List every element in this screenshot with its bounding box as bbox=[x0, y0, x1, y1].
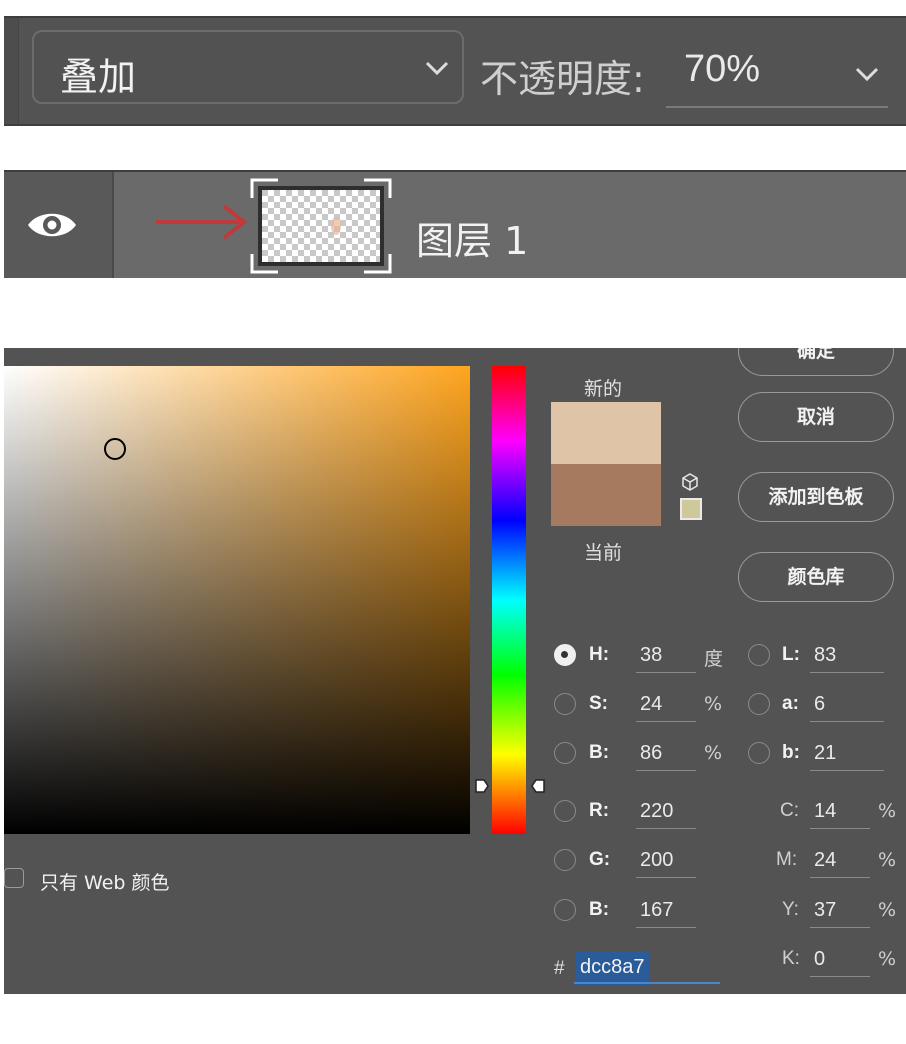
yellow-underline bbox=[810, 927, 870, 928]
blue-radio[interactable] bbox=[554, 899, 576, 921]
hue-radio[interactable] bbox=[554, 644, 576, 666]
cyan-unit: % bbox=[878, 800, 897, 822]
brightness-unit: % bbox=[704, 742, 723, 764]
blue-underline bbox=[636, 927, 696, 928]
saturation-unit: % bbox=[704, 693, 723, 715]
a-channel-underline bbox=[810, 721, 884, 722]
saturation-input[interactable]: 24 bbox=[640, 693, 662, 716]
web-only-label: 只有 Web 颜色 bbox=[40, 872, 170, 894]
lightness-label: L: bbox=[782, 644, 800, 665]
hex-hash-label: # bbox=[554, 958, 565, 979]
hex-underline bbox=[574, 982, 720, 984]
hue-input[interactable]: 38 bbox=[640, 644, 662, 667]
green-input[interactable]: 200 bbox=[640, 849, 673, 872]
a-channel-label: a: bbox=[782, 693, 799, 714]
yellow-label: Y: bbox=[782, 899, 799, 920]
hue-slider[interactable] bbox=[492, 366, 526, 834]
layer-name[interactable]: 图层 1 bbox=[416, 210, 528, 265]
hue-slider-left-marker-icon[interactable] bbox=[474, 778, 490, 799]
hue-label: H: bbox=[589, 644, 610, 665]
color-libraries-button[interactable]: 颜色库 bbox=[738, 552, 894, 602]
red-input[interactable]: 220 bbox=[640, 800, 673, 823]
saturation-brightness-field[interactable] bbox=[4, 366, 470, 834]
yellow-unit: % bbox=[878, 899, 897, 921]
lightness-underline bbox=[810, 672, 884, 673]
cyan-input[interactable]: 14 bbox=[814, 800, 836, 823]
red-radio[interactable] bbox=[554, 800, 576, 822]
web-safe-cube-icon[interactable] bbox=[680, 472, 700, 497]
brightness-radio[interactable] bbox=[554, 742, 576, 764]
a-channel-input[interactable]: 6 bbox=[814, 693, 825, 716]
red-label: R: bbox=[589, 800, 610, 821]
chevron-down-icon bbox=[422, 52, 452, 89]
panel-grip[interactable] bbox=[4, 18, 19, 124]
blue-label: B: bbox=[589, 899, 610, 920]
yellow-input[interactable]: 37 bbox=[814, 899, 836, 922]
color-picker-dialog: 新的 当前 确定 取消 添加到色板 颜色库 H: 38 度 S: 24 % B:… bbox=[4, 348, 906, 994]
field-cursor[interactable] bbox=[104, 438, 126, 460]
red-underline bbox=[636, 828, 696, 829]
current-color-swatch[interactable] bbox=[551, 464, 661, 526]
b-channel-input[interactable]: 21 bbox=[814, 742, 836, 765]
opacity-label: 不透明度: bbox=[480, 57, 645, 101]
brightness-input[interactable]: 86 bbox=[640, 742, 662, 765]
blend-mode-dropdown[interactable]: 叠加 bbox=[32, 30, 464, 104]
add-to-swatches-button[interactable]: 添加到色板 bbox=[738, 472, 894, 522]
b-channel-underline bbox=[810, 770, 884, 771]
visibility-toggle[interactable] bbox=[4, 172, 114, 278]
new-color-label: 新的 bbox=[584, 378, 623, 400]
hue-underline bbox=[636, 672, 696, 673]
eye-icon bbox=[26, 208, 78, 247]
brightness-underline bbox=[636, 770, 696, 771]
blue-input[interactable]: 167 bbox=[640, 899, 673, 922]
b-channel-label: b: bbox=[782, 742, 800, 763]
magenta-label: M: bbox=[776, 849, 798, 870]
green-underline bbox=[636, 877, 696, 878]
green-label: G: bbox=[589, 849, 611, 870]
red-arrow-icon bbox=[154, 202, 250, 247]
web-only-checkbox[interactable] bbox=[4, 868, 24, 888]
a-channel-radio[interactable] bbox=[748, 693, 770, 715]
saturation-radio[interactable] bbox=[554, 693, 576, 715]
opacity-chevron-down-icon[interactable] bbox=[852, 58, 882, 95]
saturation-underline bbox=[636, 721, 696, 722]
hue-unit: 度 bbox=[704, 648, 724, 670]
magenta-input[interactable]: 24 bbox=[814, 849, 836, 872]
hue-slider-right-marker-icon[interactable] bbox=[530, 778, 546, 799]
blend-mode-value: 叠加 bbox=[60, 55, 137, 99]
black-label: K: bbox=[782, 948, 800, 969]
lightness-input[interactable]: 83 bbox=[814, 644, 836, 667]
opacity-underline bbox=[666, 106, 888, 108]
black-unit: % bbox=[878, 948, 897, 970]
ok-button[interactable]: 确定 bbox=[738, 348, 894, 376]
cancel-button[interactable]: 取消 bbox=[738, 392, 894, 442]
black-input[interactable]: 0 bbox=[814, 948, 825, 971]
blend-options-bar: 叠加 不透明度: 70% bbox=[4, 16, 906, 126]
lightness-radio[interactable] bbox=[748, 644, 770, 666]
current-color-label: 当前 bbox=[584, 542, 623, 564]
green-radio[interactable] bbox=[554, 849, 576, 871]
layer-row[interactable]: 图层 1 bbox=[4, 170, 906, 278]
cyan-label: C: bbox=[780, 800, 799, 821]
saturation-label: S: bbox=[589, 693, 608, 714]
new-color-swatch bbox=[551, 402, 661, 464]
b-channel-radio[interactable] bbox=[748, 742, 770, 764]
magenta-unit: % bbox=[878, 849, 897, 871]
cyan-underline bbox=[810, 828, 870, 829]
hex-input[interactable]: dcc8a7 bbox=[576, 952, 649, 986]
magenta-underline bbox=[810, 877, 870, 878]
brightness-label: B: bbox=[589, 742, 610, 763]
black-underline bbox=[810, 976, 870, 977]
opacity-input[interactable]: 70% bbox=[684, 48, 760, 91]
layer-thumbnail[interactable] bbox=[250, 178, 392, 274]
web-safe-color-swatch[interactable] bbox=[680, 498, 702, 520]
